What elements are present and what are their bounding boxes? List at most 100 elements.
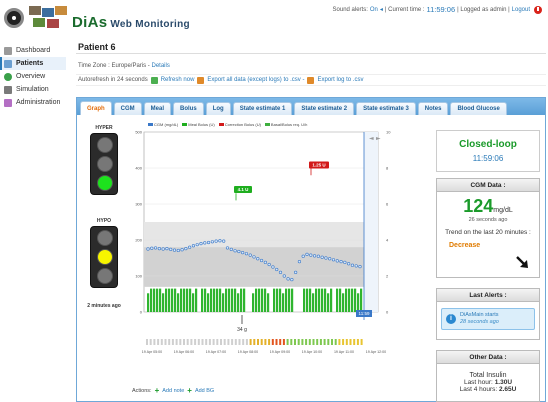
app-title: DiAs Web Monitoring: [72, 14, 190, 31]
cgm-point: [195, 243, 199, 247]
future-region: [364, 132, 378, 312]
status-stripe-segment: [186, 339, 189, 345]
basal-bar: [171, 288, 174, 312]
cgm-point: [305, 252, 309, 256]
hyper-label: HYPER: [95, 125, 113, 131]
status-stripe-segment: [316, 339, 319, 345]
cgm-point: [252, 255, 256, 259]
tab-log[interactable]: Log: [205, 102, 231, 115]
refresh-now-link[interactable]: Refresh now: [161, 74, 195, 86]
alert-title: DiAsMain starts: [460, 312, 499, 318]
last-hour-value: 1.30U: [494, 379, 513, 386]
glucose-chart[interactable]: 500 400 300 200 100 0 10 8 6 4 2 0 ◄ ► 4.1 U 1.25 U 34 g…: [132, 124, 422, 355]
status-stripe-segment: [171, 339, 174, 345]
export-all-link[interactable]: Export all data (except logs) to .csv -: [207, 74, 304, 86]
sidebar-item-administration[interactable]: Administration: [0, 96, 66, 109]
basal-bar: [324, 288, 327, 312]
app-title-sub: Web Monitoring: [110, 18, 190, 30]
status-stripe-segment: [197, 339, 200, 345]
status-stripe-segment: [331, 339, 333, 345]
tab-meal[interactable]: Meal: [143, 102, 172, 115]
tab-bolus[interactable]: Bolus: [173, 102, 204, 115]
export-log-link[interactable]: Export log to .csv: [317, 74, 363, 86]
cgm-point: [150, 246, 154, 250]
tab-notes[interactable]: Notes: [417, 102, 449, 115]
tab-state-estimate-3[interactable]: State estimate 3: [356, 102, 416, 115]
last-hour-row: Last hour: 1.30U: [437, 379, 539, 386]
cgm-point: [290, 278, 294, 282]
y-right-tick: 8: [386, 166, 389, 171]
alerts-panel: Last Alerts : i DiAsMain starts 28 secon…: [436, 288, 540, 340]
status-stripe-segment: [356, 339, 359, 345]
sidebar-item-simulation[interactable]: Simulation: [0, 83, 66, 96]
y-right-tick: 10: [386, 130, 391, 135]
sidebar-item-label: Overview: [16, 73, 46, 80]
app-title-main: DiAs: [72, 13, 108, 31]
tab-graph[interactable]: Graph: [80, 101, 112, 115]
power-icon[interactable]: [534, 5, 542, 14]
status-stripe-segment: [312, 339, 315, 345]
home-icon: [4, 46, 12, 55]
details-link[interactable]: Details: [151, 63, 169, 69]
status-stripe-segment: [360, 339, 363, 345]
basal-bar: [231, 288, 234, 312]
cgm-point: [316, 254, 320, 258]
cgm-point: [146, 247, 150, 251]
status-stripe-segment: [268, 339, 271, 345]
hyper-green-lamp: [97, 175, 113, 191]
basal-bar: [174, 288, 177, 312]
basal-bar: [282, 293, 285, 312]
add-icon: +: [187, 386, 192, 395]
alert-item[interactable]: i DiAsMain starts 28 seconds ago: [441, 308, 535, 330]
tab-blood-glucose[interactable]: Blood Glucose: [450, 102, 507, 115]
cgm-point: [153, 246, 158, 250]
basal-bar: [219, 288, 222, 312]
basal-bar: [222, 293, 225, 312]
status-stripe-segment: [301, 339, 304, 345]
cgm-point: [312, 254, 317, 258]
y-right-tick: 6: [386, 202, 389, 207]
basal-bar: [312, 293, 315, 312]
cgm-value-row: 124mg/dL: [437, 196, 539, 217]
basal-bar: [315, 288, 318, 312]
sound-alerts-toggle[interactable]: On: [370, 7, 378, 13]
status-stripe-segment: [194, 339, 197, 345]
timezone-row: Time Zone : Europe/Paris - Details: [76, 60, 546, 72]
main-content: Patient 6 Time Zone : Europe/Paris - Det…: [76, 40, 546, 86]
csv-export-icon: [197, 76, 205, 84]
page-title: Patient 6: [76, 40, 546, 54]
sidebar-item-dashboard[interactable]: Dashboard: [0, 44, 66, 57]
alert-text: DiAsMain starts 28 seconds ago: [460, 312, 499, 326]
x-tick: 19 Apr 09:00: [270, 350, 290, 354]
basal-bar: [225, 288, 228, 312]
status-stripe-segment: [175, 339, 178, 345]
sidebar-item-label: Patients: [16, 60, 44, 67]
tab-state-estimate-2[interactable]: State estimate 2: [294, 102, 355, 115]
nav-left-arrow: ◄: [369, 135, 374, 142]
tab-cgm[interactable]: CGM: [113, 102, 142, 115]
cgm-point: [165, 247, 169, 251]
target-band-inner: [144, 247, 378, 287]
status-stripe-segment: [220, 339, 222, 345]
actions-label: Actions:: [132, 387, 152, 394]
hyper-red-lamp: [97, 137, 113, 153]
basal-bar: [267, 293, 270, 312]
basal-bar: [153, 288, 156, 312]
logout-link[interactable]: Logout: [512, 7, 530, 13]
add-note-link[interactable]: Add note: [162, 388, 184, 394]
status-stripe-segment: [338, 339, 341, 345]
cgm-ago: 26 seconds ago: [468, 217, 508, 223]
cgm-point: [244, 252, 249, 256]
hypo-label: HYPO: [96, 218, 112, 224]
y-left-tick: 400: [135, 166, 142, 171]
add-bg-link[interactable]: Add BG: [195, 388, 214, 394]
tab-state-estimate-1[interactable]: State estimate 1: [232, 102, 293, 115]
cgm-point: [301, 254, 305, 258]
sidebar-item-overview[interactable]: Overview: [0, 70, 66, 83]
sidebar-item-patients[interactable]: Patients: [0, 57, 66, 70]
cgm-point: [188, 245, 192, 249]
admin-icon: [4, 98, 12, 107]
status-stripe-segment: [212, 339, 215, 345]
app-logo: DiAs Web Monitoring: [4, 4, 190, 32]
hypo-yellow-lamp: [97, 249, 113, 265]
